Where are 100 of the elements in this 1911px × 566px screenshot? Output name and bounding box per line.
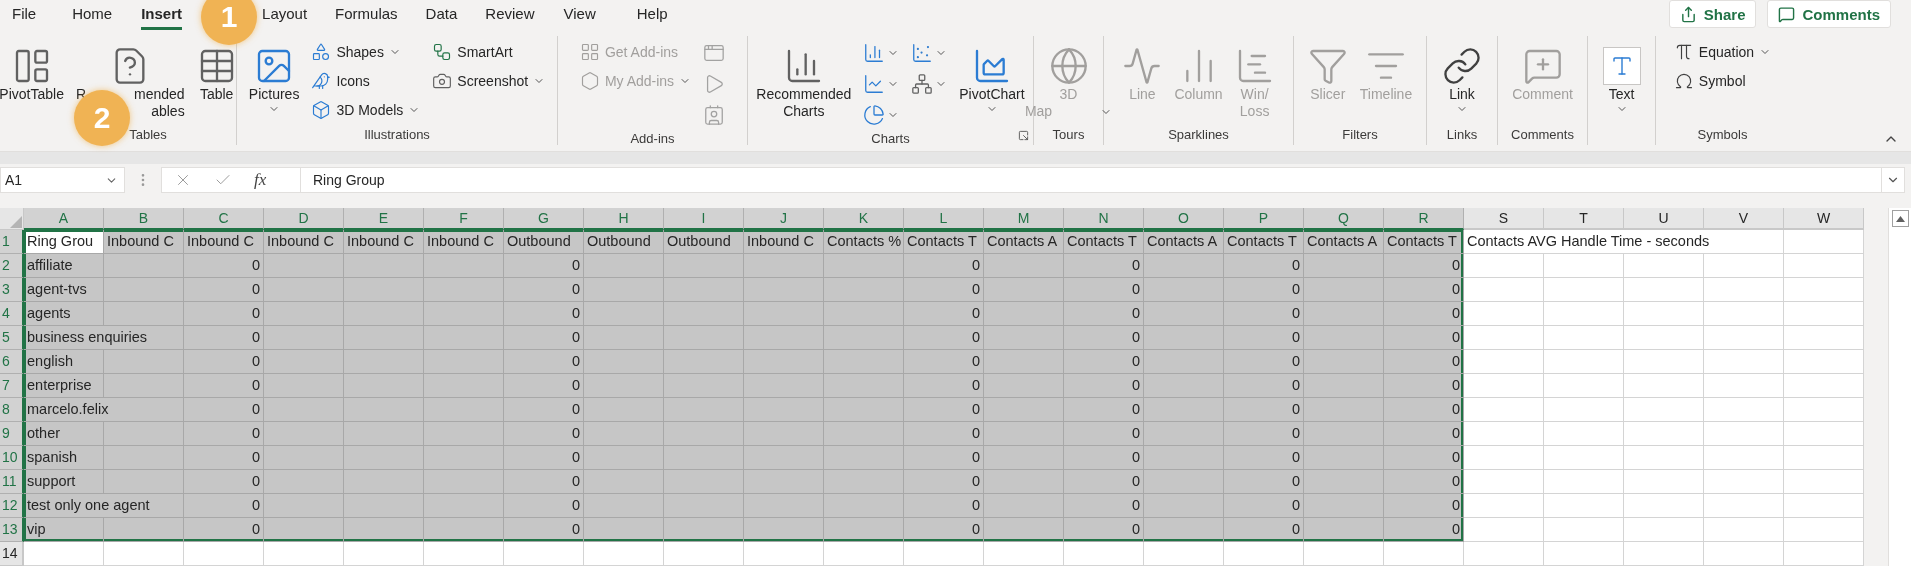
cell-text: 0: [251, 256, 260, 275]
cell-text: business enquiries: [27, 328, 148, 347]
ribbon-button[interactable]: SmartArt: [429, 38, 549, 65]
menu-tab[interactable]: Home: [72, 0, 113, 30]
col-heading[interactable]: Q: [1304, 208, 1384, 230]
ribbon-button[interactable]: Link: [1439, 46, 1485, 125]
cell-text: Contacts T: [1067, 232, 1137, 251]
row-heading[interactable]: 12: [0, 494, 24, 518]
menu-tab[interactable]: File: [12, 0, 37, 30]
col-heading[interactable]: M: [984, 208, 1064, 230]
row-heading[interactable]: 2: [0, 254, 24, 278]
col-heading[interactable]: U: [1624, 208, 1704, 230]
col-heading[interactable]: J: [744, 208, 824, 230]
ribbon-button[interactable]: Shapes: [308, 38, 424, 65]
menu-tab[interactable]: View: [563, 0, 596, 30]
row-heading[interactable]: 14: [0, 542, 24, 566]
col-heading[interactable]: I: [664, 208, 744, 230]
menu-tab[interactable]: Data: [425, 0, 458, 30]
row-heading[interactable]: 10: [0, 446, 24, 470]
ribbon-button[interactable]: Symbol: [1670, 67, 1775, 94]
cell-text: vip: [27, 520, 46, 539]
col-heading[interactable]: P: [1224, 208, 1304, 230]
col-heading[interactable]: F: [424, 208, 504, 230]
cell-text: 0: [571, 280, 580, 299]
cell-text: 0: [251, 280, 260, 299]
cell-text: 0: [971, 352, 980, 371]
ribbon-button[interactable]: 3D Models: [308, 96, 424, 123]
col-heading[interactable]: W: [1784, 208, 1864, 230]
button-label-fragment[interactable]: R: [75, 86, 87, 103]
menu-tab[interactable]: Formulas: [335, 0, 398, 30]
menu-tab[interactable]: Layout: [262, 0, 308, 30]
cell-text: 0: [1451, 376, 1460, 395]
line-chart-icon: [863, 72, 886, 95]
col-heading[interactable]: O: [1144, 208, 1224, 230]
comment-icon: [1778, 5, 1796, 23]
insert-function-button[interactable]: fx: [254, 170, 267, 190]
row-heading[interactable]: 3: [0, 278, 24, 302]
menu-tab[interactable]: Review: [485, 0, 535, 30]
col-heading[interactable]: D: [264, 208, 344, 230]
cell-text: 0: [1451, 400, 1460, 419]
scroll-up-icon[interactable]: [1895, 215, 1905, 222]
row-heading[interactable]: 4: [0, 302, 24, 326]
col-heading[interactable]: V: [1704, 208, 1784, 230]
ribbon-button[interactable]: Equation: [1670, 38, 1775, 65]
cell-text: Inbound C: [347, 232, 414, 251]
group-label: Sparklines: [1168, 126, 1229, 144]
row-heading[interactable]: 7: [0, 374, 24, 398]
ribbon-button[interactable]: Icons: [308, 67, 424, 94]
cell-text: 0: [1451, 280, 1460, 299]
cell-text: Contacts T: [1227, 232, 1297, 251]
col-heading[interactable]: S: [1464, 208, 1544, 230]
row-heading[interactable]: 8: [0, 398, 24, 422]
cell-text: 0: [971, 328, 980, 347]
ribbon-button[interactable]: Recommended Charts: [753, 46, 855, 129]
col-heading[interactable]: B: [104, 208, 184, 230]
ribbon-button[interactable]: Text: [1599, 46, 1644, 125]
col-heading[interactable]: L: [904, 208, 984, 230]
col-heading[interactable]: C: [184, 208, 264, 230]
hierarchy-chart-icon: [911, 72, 934, 95]
row-heading[interactable]: 1: [0, 230, 24, 254]
col-heading[interactable]: E: [344, 208, 424, 230]
cell-text: 0: [1291, 424, 1300, 443]
dialog-launcher-icon[interactable]: [1018, 130, 1029, 141]
group-label: Charts: [871, 130, 910, 148]
cell-text: 0: [571, 328, 580, 347]
cell-text: 0: [251, 400, 260, 419]
row-heading[interactable]: 11: [0, 470, 24, 494]
col-heading[interactable]: R: [1384, 208, 1464, 230]
cell-text: 0: [1131, 448, 1140, 467]
cell-text: 0: [1451, 424, 1460, 443]
cell-text: agents: [27, 304, 71, 323]
cell-text: 0: [571, 304, 580, 323]
name-box[interactable]: A1: [0, 167, 125, 193]
col-heading[interactable]: T: [1544, 208, 1624, 230]
cell-text: Contacts T: [1387, 232, 1457, 251]
menu-tab[interactable]: Help: [636, 0, 668, 30]
row-heading[interactable]: 9: [0, 422, 24, 446]
col-heading[interactable]: H: [584, 208, 664, 230]
ribbon-button[interactable]: Table: [193, 46, 240, 125]
share-button[interactable]: Share: [1668, 0, 1757, 28]
comments-button[interactable]: Comments: [1767, 0, 1891, 28]
col-heading[interactable]: G: [504, 208, 584, 230]
col-heading[interactable]: A: [24, 208, 104, 230]
formula-field[interactable]: Ring Group: [301, 167, 1882, 193]
ribbon-button[interactable]: Screenshot: [429, 67, 549, 94]
button-label-fragment[interactable]: mended: [134, 86, 185, 103]
ribbon-button[interactable]: PivotTable: [0, 46, 67, 125]
col-heading[interactable]: N: [1064, 208, 1144, 230]
cell-text: 0: [971, 448, 980, 467]
row-heading[interactable]: 13: [0, 518, 24, 542]
pie-chart-icon: [863, 103, 886, 126]
button-label-fragment[interactable]: ables: [151, 103, 185, 120]
row-heading[interactable]: 5: [0, 326, 24, 350]
vertical-scrollbar[interactable]: [1888, 208, 1911, 566]
col-heading[interactable]: K: [824, 208, 904, 230]
cell-text: 0: [971, 280, 980, 299]
row-heading[interactable]: 6: [0, 350, 24, 374]
ribbon-button[interactable]: Pictures: [245, 46, 303, 125]
cell-text: Outbound: [507, 232, 571, 251]
cell-text: agent-tvs: [27, 280, 87, 299]
